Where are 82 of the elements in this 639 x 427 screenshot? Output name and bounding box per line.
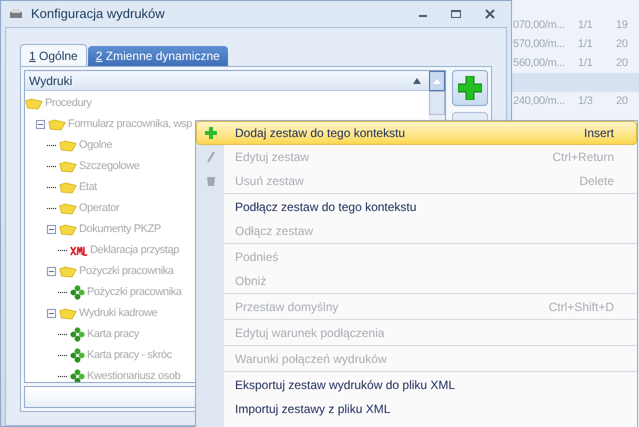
- tree-item[interactable]: Karta pracy - skróc: [87, 347, 172, 364]
- menu-item-label: Edytuj warunek podłączenia: [234, 325, 386, 342]
- table-cell-text: 560,00/m...: [512, 56, 566, 72]
- table-row[interactable]: 570,00/m... 1/1 20: [512, 35, 639, 54]
- table-cell-text: 20: [615, 56, 629, 72]
- menu-item-label: Podnieś: [234, 249, 280, 266]
- tree-item[interactable]: Pożyczki pracownika: [87, 284, 182, 301]
- menu-item-label: Edytuj zestaw: [234, 149, 310, 166]
- table-cell-text: 570,00/m...: [512, 37, 566, 52]
- folder-icon: [48, 118, 66, 130]
- shortcut-label: Delete: [579, 173, 614, 190]
- tree-item[interactable]: Deklaracja przystąp: [90, 242, 179, 259]
- folder-icon: [59, 266, 77, 278]
- plus-icon: [205, 127, 217, 139]
- window-title: Konfiguracja wydruków: [31, 5, 166, 24]
- table-cell-text: 1/1: [577, 37, 594, 52]
- table-cell-text: 19: [615, 18, 629, 34]
- printer-icon: [9, 8, 23, 20]
- menu-item-label: Podłącz zestaw do tego kontekstu: [234, 199, 418, 216]
- tree-item[interactable]: Procedury: [45, 95, 92, 112]
- tree-item[interactable]: Formularz pracownika, wsp: [68, 116, 192, 133]
- folder-icon: [59, 224, 77, 236]
- xml-icon: [70, 244, 88, 256]
- menu-item-label: Eksportuj zestaw wydruków do pliku XML: [234, 377, 456, 394]
- sort-arrow-icon: [413, 78, 421, 84]
- collapse-toggle[interactable]: [47, 309, 56, 318]
- menu-item-label: Odłącz zestaw: [234, 223, 314, 240]
- folder-icon: [59, 202, 77, 214]
- shortcut-label: Ctrl+Return: [552, 149, 614, 166]
- folder-icon: [59, 140, 77, 152]
- menu-item-label: Importuj zestawy z pliku XML: [234, 401, 392, 418]
- tab[interactable]: 1 Ogólne: [20, 44, 87, 66]
- menu-item[interactable]: Importuj zestawy z pliku XML: [196, 397, 637, 421]
- table-cell-text: 070,00/m...: [512, 18, 566, 34]
- clover-icon: [70, 369, 85, 382]
- maximize-icon[interactable]: [451, 10, 461, 18]
- tree-item[interactable]: Szczegolowe: [79, 158, 140, 175]
- clover-icon: [70, 327, 85, 342]
- table-row[interactable]: 240,00/m... 1/3 20: [512, 92, 639, 111]
- collapse-toggle[interactable]: [36, 120, 45, 129]
- table-row[interactable]: 070,00/m... 1/1 19: [512, 16, 639, 35]
- clover-icon: [70, 348, 85, 363]
- tree-item[interactable]: Etat: [79, 179, 97, 196]
- folder-icon: [25, 98, 43, 110]
- table-cell-text: 20: [615, 37, 629, 52]
- tree-item[interactable]: Pożyczki pracownika: [79, 263, 174, 280]
- menu-item[interactable]: Dodaj zestaw do tego kontekstu Insert: [196, 121, 637, 145]
- tree-item[interactable]: Kwestionariusz osob: [87, 368, 180, 382]
- add-button[interactable]: [452, 70, 488, 106]
- menu-item[interactable]: Podłącz zestaw do tego kontekstu: [196, 195, 637, 219]
- collapse-toggle[interactable]: [47, 267, 56, 276]
- tree-item[interactable]: Karta pracy: [87, 326, 139, 343]
- table-cell-text: 1/1: [577, 18, 594, 34]
- table-cell-text: 20: [615, 94, 629, 110]
- table-cell-text: 1/3: [577, 94, 594, 110]
- table-cell-text: 240,00/m...: [512, 94, 566, 110]
- table-cell-text: 1/1: [577, 56, 594, 72]
- menu-item-label: Przestaw domyślny: [234, 299, 340, 316]
- tree-item[interactable]: Wydruki kadrowe: [79, 305, 158, 322]
- menu-item-label: Usuń zestaw: [234, 173, 305, 190]
- menu-item[interactable]: Eksportuj zestaw wydruków do pliku XML: [196, 373, 637, 397]
- tree-item[interactable]: Operator: [79, 200, 120, 217]
- folder-icon: [59, 182, 77, 194]
- tree-item[interactable]: Ogolne: [79, 137, 112, 154]
- tree-item[interactable]: Dokumenty PKZP: [79, 221, 161, 238]
- scroll-up-button[interactable]: [429, 71, 445, 91]
- trash-icon: [206, 175, 216, 187]
- arrow-up-icon: [433, 78, 441, 84]
- clover-icon: [70, 285, 85, 300]
- folder-icon: [59, 308, 77, 320]
- pencil-icon: [206, 151, 216, 163]
- collapse-toggle[interactable]: [47, 225, 56, 234]
- menu-item-label: Obniż: [234, 273, 268, 290]
- menu-item-label: Warunki połączeń wydruków: [234, 351, 388, 368]
- plus-icon: [458, 76, 482, 100]
- shortcut-label: Insert: [584, 125, 614, 142]
- tab[interactable]: 2 Zmienne dynamiczne: [88, 46, 228, 66]
- folder-icon: [59, 160, 77, 172]
- shortcut-label: Ctrl+Shift+D: [548, 299, 614, 316]
- table-row[interactable]: 560,00/m... 1/1 20: [512, 54, 639, 73]
- close-icon[interactable]: [485, 9, 495, 19]
- menu-item-label: Dodaj zestaw do tego kontekstu: [234, 125, 406, 142]
